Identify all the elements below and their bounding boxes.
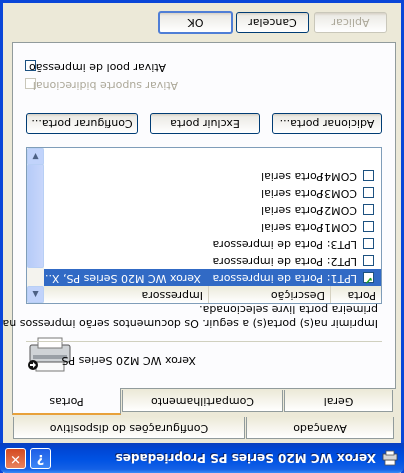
port-checkbox[interactable] <box>363 255 374 266</box>
header-divider <box>26 341 382 342</box>
apply-button[interactable]: Aplicar <box>314 12 387 33</box>
tab-ports[interactable]: Portas <box>12 388 121 415</box>
port-description: Porta serial <box>261 170 323 183</box>
tab-general[interactable]: Geral <box>284 390 393 412</box>
printer-pool-label: Ativar pool de impressão <box>29 61 166 74</box>
port-name: COM2: <box>320 204 357 217</box>
list-item[interactable]: LPT1: Porta de impressora Xerox WC M20 S… <box>41 269 381 286</box>
delete-port-button[interactable]: Excluir porta <box>150 113 260 134</box>
port-description: Porta serial <box>261 221 323 234</box>
port-checkbox[interactable] <box>363 187 374 198</box>
bidirectional-label: Ativar suporte bidirecional <box>32 79 178 92</box>
port-printer: Xerox WC M20 Series PS, X... <box>41 272 201 285</box>
port-checkbox[interactable] <box>363 238 374 249</box>
port-name: LPT2: <box>326 255 357 268</box>
ports-list-scrollbar[interactable]: ▲ ▼ <box>27 148 44 303</box>
cancel-button[interactable]: Cancelar <box>236 12 309 33</box>
ok-button[interactable]: OK <box>158 11 233 34</box>
configure-port-button[interactable]: Configurar porta... <box>26 113 138 134</box>
printer-icon <box>382 450 398 466</box>
list-item[interactable]: COM2: Porta serial <box>43 201 381 218</box>
close-button[interactable]: ✕ <box>5 448 26 469</box>
scroll-up-arrow-icon[interactable]: ▲ <box>27 286 44 303</box>
port-checkbox[interactable] <box>363 170 374 181</box>
scroll-thumb[interactable] <box>27 164 44 268</box>
printer-properties-window: Xerox WC M20 Series PS Propriedades ? ✕ … <box>0 0 404 473</box>
ports-description-line1: Imprimir na(s) porta(s) a seguir. Os doc… <box>2 317 378 330</box>
port-name: COM1: <box>320 221 357 234</box>
list-item[interactable]: COM3: Porta serial <box>43 184 381 201</box>
port-checkbox[interactable] <box>363 204 374 215</box>
ports-list-header: Porta Descrição Impressora <box>43 285 381 303</box>
tab-sharing[interactable]: Compartilhamento <box>122 390 283 412</box>
list-item[interactable]: LPT3: Porta de impressora <box>43 235 381 252</box>
tab-device-settings[interactable]: Configurações do dispositivo <box>13 417 245 439</box>
list-item[interactable]: COM4: Porta serial <box>43 167 381 184</box>
title-bar[interactable]: Xerox WC M20 Series PS Propriedades ? ✕ <box>0 443 404 473</box>
column-header-description[interactable]: Descrição <box>208 286 330 303</box>
list-item[interactable]: COM1: Porta serial <box>43 218 381 235</box>
port-name: COM4: <box>320 170 357 183</box>
port-description: Porta serial <box>261 204 323 217</box>
column-header-printer[interactable]: Impressora <box>43 286 208 303</box>
list-item[interactable]: LPT2: Porta de impressora <box>43 252 381 269</box>
port-name: COM3: <box>320 187 357 200</box>
port-description: Porta de impressora <box>212 255 323 268</box>
port-description: Porta de impressora <box>212 238 323 251</box>
port-name: LPT3: <box>326 238 357 251</box>
help-button[interactable]: ? <box>30 448 51 469</box>
column-header-port[interactable]: Porta <box>330 286 381 303</box>
add-port-button[interactable]: Adicionar porta... <box>272 113 382 134</box>
scroll-down-arrow-icon[interactable]: ▼ <box>27 148 44 165</box>
ports-list[interactable]: Porta Descrição Impressora LPT1: Porta d… <box>26 147 382 304</box>
port-description: Porta de impressora <box>212 272 323 285</box>
printer-name: Xerox WC M20 Series PS <box>61 354 196 367</box>
port-description: Porta serial <box>261 187 323 200</box>
tab-advanced[interactable]: Avançado <box>246 417 394 439</box>
port-checkbox[interactable] <box>363 272 374 283</box>
window-title: Xerox WC M20 Series PS Propriedades <box>115 451 376 465</box>
ports-description-line2: primeira porta livre selecionada. <box>199 303 378 316</box>
port-checkbox[interactable] <box>363 221 374 232</box>
port-name: LPT1: <box>326 272 357 285</box>
